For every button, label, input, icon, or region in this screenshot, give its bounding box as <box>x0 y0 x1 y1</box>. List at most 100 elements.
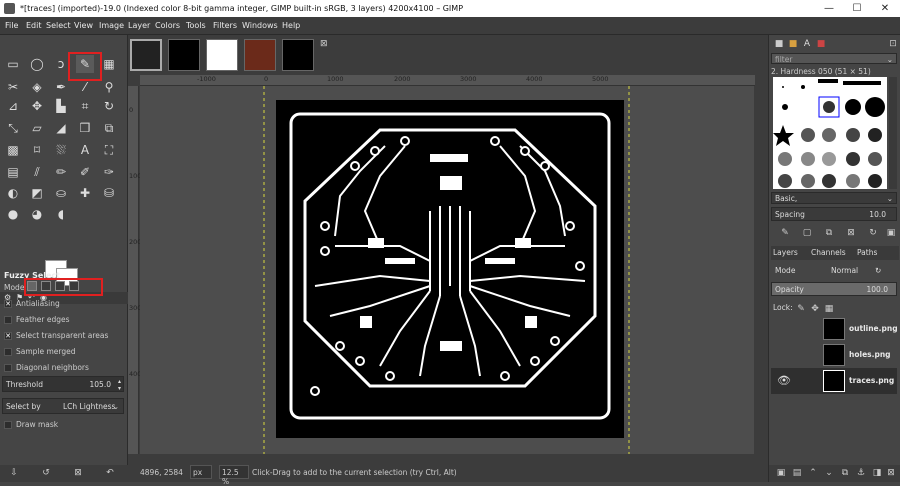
layer-row[interactable]: outline.png <box>771 316 898 342</box>
brush-spacing-spinner[interactable]: Spacing 10.0 <box>771 207 897 221</box>
dock-menu-icon[interactable]: ⊡ <box>887 38 899 50</box>
select-transparent-checkbox[interactable]: ✕ <box>4 332 12 340</box>
menu-help[interactable]: Help <box>282 17 300 35</box>
scissors-tool-icon[interactable]: ✂ <box>4 78 22 96</box>
menu-windows[interactable]: Windows <box>242 17 278 35</box>
image-tab-5[interactable] <box>282 39 314 71</box>
delete-layer-icon[interactable]: ⊠ <box>885 467 897 479</box>
lock-alpha-icon[interactable]: ▦ <box>823 303 835 315</box>
menu-colors[interactable]: Colors <box>155 17 180 35</box>
pencil-tool-icon[interactable]: ✏ <box>52 163 70 181</box>
eye-visibility-icon[interactable]: 👁 <box>777 374 791 387</box>
brush-grid[interactable] <box>773 77 887 189</box>
layer-name[interactable]: outline.png <box>849 316 898 342</box>
zoom-dropdown[interactable]: 12.5 % <box>219 465 249 486</box>
rotate-tool-icon[interactable]: ↻ <box>100 97 118 115</box>
menu-filters[interactable]: Filters <box>213 17 237 35</box>
3d-transform-tool-icon[interactable]: ❒ <box>76 119 94 137</box>
dodge-burn-tool-icon[interactable]: ◖ <box>52 205 70 223</box>
select-transparent-option[interactable]: ✕ Select transparent areas <box>0 331 124 340</box>
airbrush-tool-icon[interactable]: ✐ <box>76 163 94 181</box>
cage-transform-tool-icon[interactable]: ⛆ <box>52 141 70 159</box>
lock-position-icon[interactable]: ✥ <box>809 303 821 315</box>
select-by-color-tool-icon[interactable]: ▦ <box>100 55 118 73</box>
duplicate-brush-icon[interactable]: ⧉ <box>823 227 835 239</box>
layer-name[interactable]: traces.png <box>849 368 894 394</box>
menu-tools[interactable]: Tools <box>186 17 206 35</box>
spin-arrows-icon[interactable]: ▴ ▾ <box>118 378 121 392</box>
refresh-brushes-icon[interactable]: ↻ <box>867 227 879 239</box>
patterns-tab-icon[interactable]: ■ <box>787 38 799 50</box>
ellipse-select-tool-icon[interactable]: ◯ <box>28 55 46 73</box>
draw-mask-option[interactable]: Draw mask <box>0 420 124 429</box>
vertical-ruler[interactable]: 0 1000 2000 3000 4000 <box>128 86 146 454</box>
image-tab-traces[interactable] <box>130 39 162 71</box>
feather-edges-option[interactable]: Feather edges <box>0 315 124 324</box>
tab-paths[interactable]: Paths <box>857 248 877 257</box>
anchor-layer-icon[interactable]: ⚓ <box>855 467 867 479</box>
mask-layer-icon[interactable]: ◨ <box>871 467 883 479</box>
mode-switch-icon[interactable]: ↻ <box>875 266 881 275</box>
brush-grid-scrollbar[interactable] <box>889 77 897 189</box>
eraser-tool-icon[interactable]: ◩ <box>28 184 46 202</box>
menu-select[interactable]: Select <box>46 17 71 35</box>
layer-mode-value[interactable]: Normal <box>831 266 858 275</box>
layer-row-selected[interactable]: 👁 traces.png <box>771 368 897 394</box>
heal-tool-icon[interactable]: ✚ <box>76 184 94 202</box>
minimize-button[interactable]: — <box>815 0 843 17</box>
text-tool-icon[interactable]: A <box>76 141 94 159</box>
lower-layer-icon[interactable]: ⌄ <box>823 467 835 479</box>
lock-pixels-icon[interactable]: ✎ <box>795 303 807 315</box>
shear-tool-icon[interactable]: ▱ <box>28 119 46 137</box>
ink-tool-icon[interactable]: ✑ <box>100 163 118 181</box>
antialiasing-option[interactable]: ✕ Antialiasing <box>0 299 124 308</box>
new-brush-icon[interactable]: ▢ <box>801 227 813 239</box>
menu-edit[interactable]: Edit <box>26 17 42 35</box>
image-tab-3[interactable] <box>206 39 238 71</box>
threshold-spinner[interactable]: Threshold 105.0 ▴ ▾ <box>2 376 124 392</box>
handle-transform-tool-icon[interactable]: ⌑ <box>28 141 46 159</box>
brushes-tab-icon[interactable]: ■ <box>773 38 785 50</box>
image-tab-2[interactable] <box>168 39 200 71</box>
raise-layer-icon[interactable]: ⌃ <box>807 467 819 479</box>
scale-tool-icon[interactable]: ⤡ <box>4 119 22 137</box>
fonts-tab-icon[interactable]: A <box>801 38 813 50</box>
image-canvas[interactable] <box>140 86 754 454</box>
brush-filter-input[interactable]: filter ⌄ <box>771 53 897 64</box>
measure-tool-icon[interactable]: ⊿ <box>4 97 22 115</box>
unit-dropdown[interactable]: px <box>190 465 212 479</box>
clone-tool-icon[interactable]: ⛀ <box>52 184 70 202</box>
sample-merged-option[interactable]: Sample merged <box>0 347 124 356</box>
rect-select-tool-icon[interactable]: ▭ <box>4 55 22 73</box>
diagonal-neighbors-checkbox[interactable] <box>4 364 12 372</box>
layer-mode-row[interactable]: Mode Normal ↻ <box>771 264 899 278</box>
gradient-tool-icon[interactable]: ▤ <box>4 163 22 181</box>
maximize-button[interactable]: ☐ <box>843 0 871 17</box>
layer-row[interactable]: holes.png <box>771 342 897 368</box>
feather-edges-checkbox[interactable] <box>4 316 12 324</box>
bucket-fill-tool-icon[interactable]: ⛶ <box>100 141 118 159</box>
close-tabs-icon[interactable]: ⊠ <box>320 39 328 49</box>
tab-layers[interactable]: Layers <box>773 248 798 257</box>
edit-brush-icon[interactable]: ✎ <box>779 227 791 239</box>
reset-options-icon[interactable]: ↶ <box>104 467 116 479</box>
blur-sharpen-tool-icon[interactable]: ◕ <box>28 205 46 223</box>
brush-to-image-icon[interactable]: ▣ <box>885 227 897 239</box>
gradients-tab-icon[interactable]: ■ <box>815 38 827 50</box>
duplicate-layer-icon[interactable]: ⧉ <box>839 467 851 479</box>
crop-tool-icon[interactable]: ⌗ <box>76 97 94 115</box>
close-button[interactable]: ✕ <box>871 0 899 17</box>
warp-transform-tool-icon[interactable]: ▩ <box>4 141 22 159</box>
diagonal-neighbors-option[interactable]: Diagonal neighbors <box>0 363 124 372</box>
delete-options-icon[interactable]: ⊠ <box>72 467 84 479</box>
opacity-slider[interactable]: Opacity 100.0 <box>771 282 897 296</box>
restore-options-icon[interactable]: ↺ <box>40 467 52 479</box>
foreground-select-tool-icon[interactable]: ◈ <box>28 78 46 96</box>
menu-view[interactable]: View <box>74 17 93 35</box>
perspective-clone-tool-icon[interactable]: ⛁ <box>100 184 118 202</box>
brush-preset-dropdown[interactable]: Basic, ⌄ <box>771 192 897 204</box>
unified-transform-tool-icon[interactable]: ⧉ <box>100 119 118 137</box>
smudge-tool-icon[interactable]: ● <box>4 205 22 223</box>
mypaint-brush-tool-icon[interactable]: ◐ <box>4 184 22 202</box>
new-group-icon[interactable]: ▤ <box>791 467 803 479</box>
